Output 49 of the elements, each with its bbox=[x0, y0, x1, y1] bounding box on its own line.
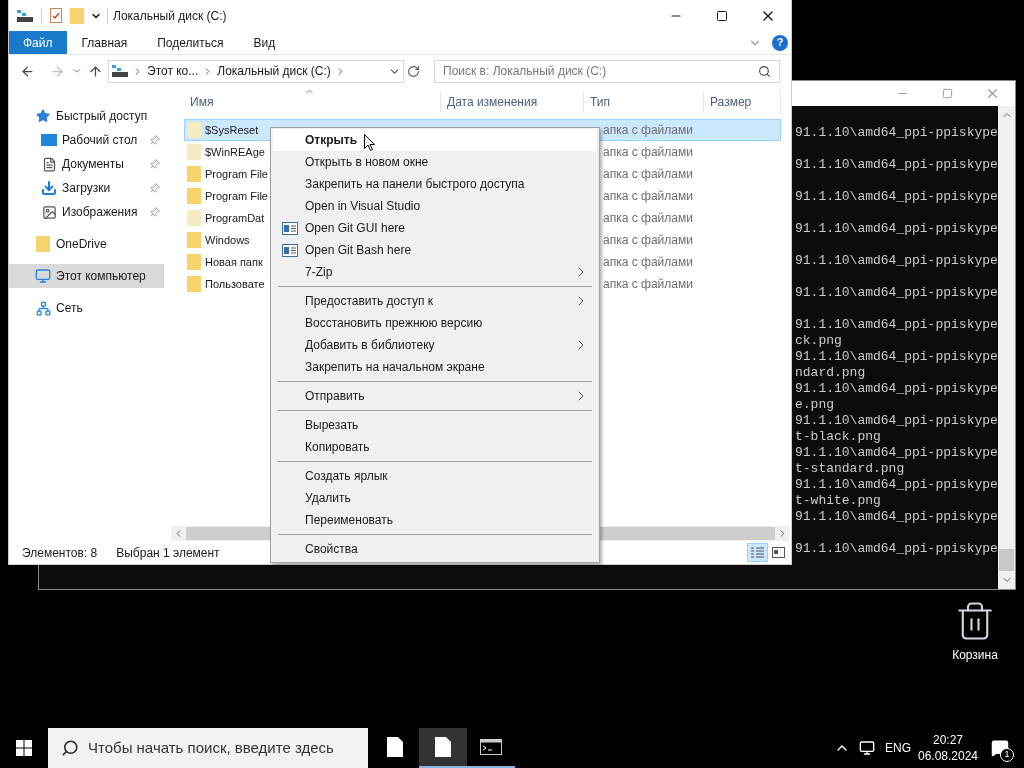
nav-label: Документы bbox=[62, 156, 125, 173]
console-line: 91.1.10\amd64_ppi-ppiskype bbox=[795, 445, 998, 460]
file-type: апка с файлами bbox=[603, 276, 694, 293]
console-line: 91.1.10\amd64_ppi-ppiskype bbox=[795, 189, 998, 204]
nav-label: Рабочий стол bbox=[62, 132, 139, 149]
console-line: e.png bbox=[795, 397, 834, 412]
console-line: 91.1.10\amd64_ppi-ppiskype bbox=[795, 413, 998, 428]
file-name: Windows bbox=[205, 232, 250, 248]
console-line: 91.1.10\amd64_ppi-ppiskype bbox=[795, 221, 998, 236]
console-line: 91.1.10\amd64_ppi-ppiskype bbox=[795, 509, 998, 524]
console-line: t-standard.png bbox=[795, 461, 905, 476]
nav-label: Быстрый доступ bbox=[56, 108, 149, 125]
console-line: t-black.png bbox=[795, 429, 881, 444]
file-name: Новая папк bbox=[205, 254, 263, 270]
file-type: апка с файлами bbox=[603, 188, 694, 205]
nav-label: Этот компьютер bbox=[56, 268, 147, 285]
console-line: 91.1.10\amd64_ppi-ppiskype bbox=[795, 541, 998, 556]
console-line: 91.1.10\amd64_ppi-ppiskype bbox=[795, 285, 998, 300]
console-line: 91.1.10\amd64_ppi-ppiskype bbox=[795, 381, 998, 396]
file-name: $SysReset bbox=[205, 122, 259, 138]
console-line: 91.1.10\amd64_ppi-ppiskype bbox=[795, 253, 998, 268]
desktop-icon-label: Корзина bbox=[952, 647, 998, 664]
nav-label: Изображения bbox=[62, 204, 139, 221]
console-line: 91.1.10\amd64_ppi-ppiskype bbox=[795, 477, 998, 492]
file-name: Program File bbox=[205, 188, 268, 204]
file-name: ProgramDat bbox=[205, 210, 265, 226]
console-line: ndard.png bbox=[795, 365, 866, 380]
nav-label: OneDrive bbox=[56, 236, 108, 253]
notification-badge: 1 bbox=[1000, 748, 1014, 762]
window-title: Локальный диск (C:) bbox=[113, 7, 228, 25]
file-name: $WinREAge bbox=[205, 144, 265, 160]
item-count: Элементов: 8 bbox=[22, 544, 98, 562]
console-line: 91.1.10\amd64_ppi-ppiskype bbox=[795, 157, 998, 172]
nav-label: Сеть bbox=[56, 300, 84, 317]
console-line: 91.1.10\amd64_ppi-ppiskype bbox=[795, 349, 998, 364]
console-line: ck.png bbox=[795, 333, 842, 348]
file-type: апка с файлами bbox=[603, 166, 694, 183]
file-name: Пользовате bbox=[205, 276, 265, 292]
file-type: апка с файлами bbox=[603, 232, 694, 249]
nav-label: Загрузки bbox=[62, 180, 112, 197]
file-type: апка с файлами bbox=[603, 254, 694, 271]
console-line: t-white.png bbox=[795, 493, 881, 508]
console-line: 91.1.10\amd64_ppi-ppiskype bbox=[795, 317, 998, 332]
file-type: апка с файлами bbox=[603, 210, 694, 227]
selection-status: Выбран 1 элемент bbox=[116, 544, 220, 562]
file-name: Program File bbox=[205, 166, 268, 182]
file-type: апка с файлами bbox=[603, 144, 694, 161]
file-type: апка с файлами bbox=[603, 122, 694, 139]
console-line: 91.1.10\amd64_ppi-ppiskype bbox=[795, 125, 998, 140]
